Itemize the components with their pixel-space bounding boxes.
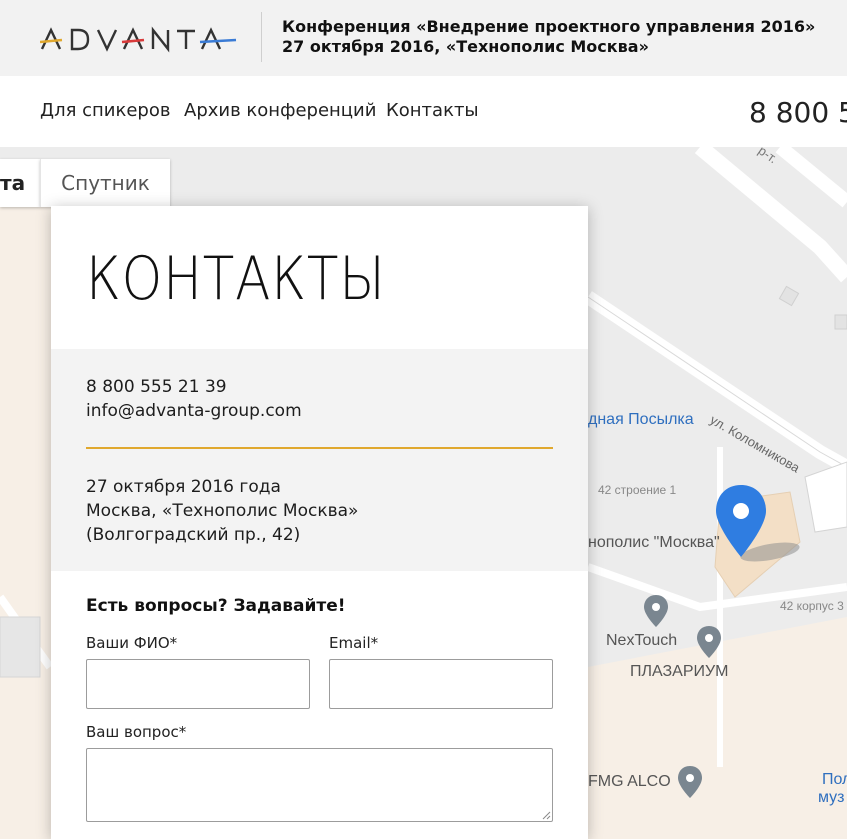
map-label-posylka: дная Посылка — [588, 411, 694, 428]
event-place: Москва, «Технополис Москва» — [86, 501, 359, 521]
nav-speakers[interactable]: Для спикеров — [40, 100, 170, 121]
question-label: Ваш вопрос* — [86, 723, 187, 741]
contact-email[interactable]: info@advanta-group.com — [86, 399, 302, 423]
page-title: КОНТАКТЫ — [86, 244, 386, 314]
event-address: (Волгоградский пр., 42) — [86, 525, 301, 545]
map-label-plazarium: ПЛАЗАРИУМ — [630, 663, 729, 680]
map-label-korpus: 42 корпус 3 — [780, 599, 844, 613]
advanta-logo[interactable] — [40, 25, 240, 55]
email-label: Email* — [329, 634, 379, 652]
conference-date: 27 октября 2016, «Технополис Москва» — [282, 37, 649, 56]
conference-title: Конференция «Внедрение проектного управл… — [282, 17, 816, 36]
question-textarea[interactable] — [86, 748, 553, 822]
nav-archive[interactable]: Архив конференций — [184, 100, 376, 121]
header-phone[interactable]: 8 800 5 — [749, 96, 847, 129]
event-date: 27 октября 2016 года — [86, 477, 281, 497]
map-label-building: 42 строение 1 — [598, 483, 677, 497]
map-label-fmg: FMG ALCO — [588, 773, 671, 790]
map-tab-map[interactable]: та — [0, 159, 40, 207]
accent-divider — [86, 447, 553, 449]
nav-contacts[interactable]: Контакты — [386, 100, 479, 121]
conference-info: Конференция «Внедрение проектного управл… — [282, 17, 815, 57]
main-nav: Для спикеров Архив конференций Контакты … — [0, 76, 847, 147]
map-label-muz: муз — [818, 789, 845, 806]
map-label-technopolis: нополис "Москва" — [588, 534, 720, 551]
contacts-card: КОНТАКТЫ 8 800 555 21 39 info@advanta-gr… — [51, 206, 588, 839]
email-input[interactable] — [329, 659, 553, 709]
event-details: 27 октября 2016 года Москва, «Технополис… — [86, 475, 358, 547]
header-divider — [261, 12, 262, 62]
map-label-nextouch: NexTouch — [606, 632, 678, 649]
contact-phone[interactable]: 8 800 555 21 39 — [86, 375, 302, 399]
contact-info: 8 800 555 21 39 info@advanta-group.com 2… — [51, 349, 588, 571]
contact-lines: 8 800 555 21 39 info@advanta-group.com — [86, 375, 302, 423]
resize-handle-icon[interactable] — [541, 810, 551, 820]
map-tab-satellite[interactable]: Спутник — [40, 159, 170, 207]
top-header: Конференция «Внедрение проектного управл… — [0, 0, 847, 76]
name-label: Ваши ФИО* — [86, 634, 178, 652]
form-heading: Есть вопросы? Задавайте! — [86, 596, 346, 616]
name-input[interactable] — [86, 659, 310, 709]
map-label-pol: Пол — [822, 771, 847, 788]
